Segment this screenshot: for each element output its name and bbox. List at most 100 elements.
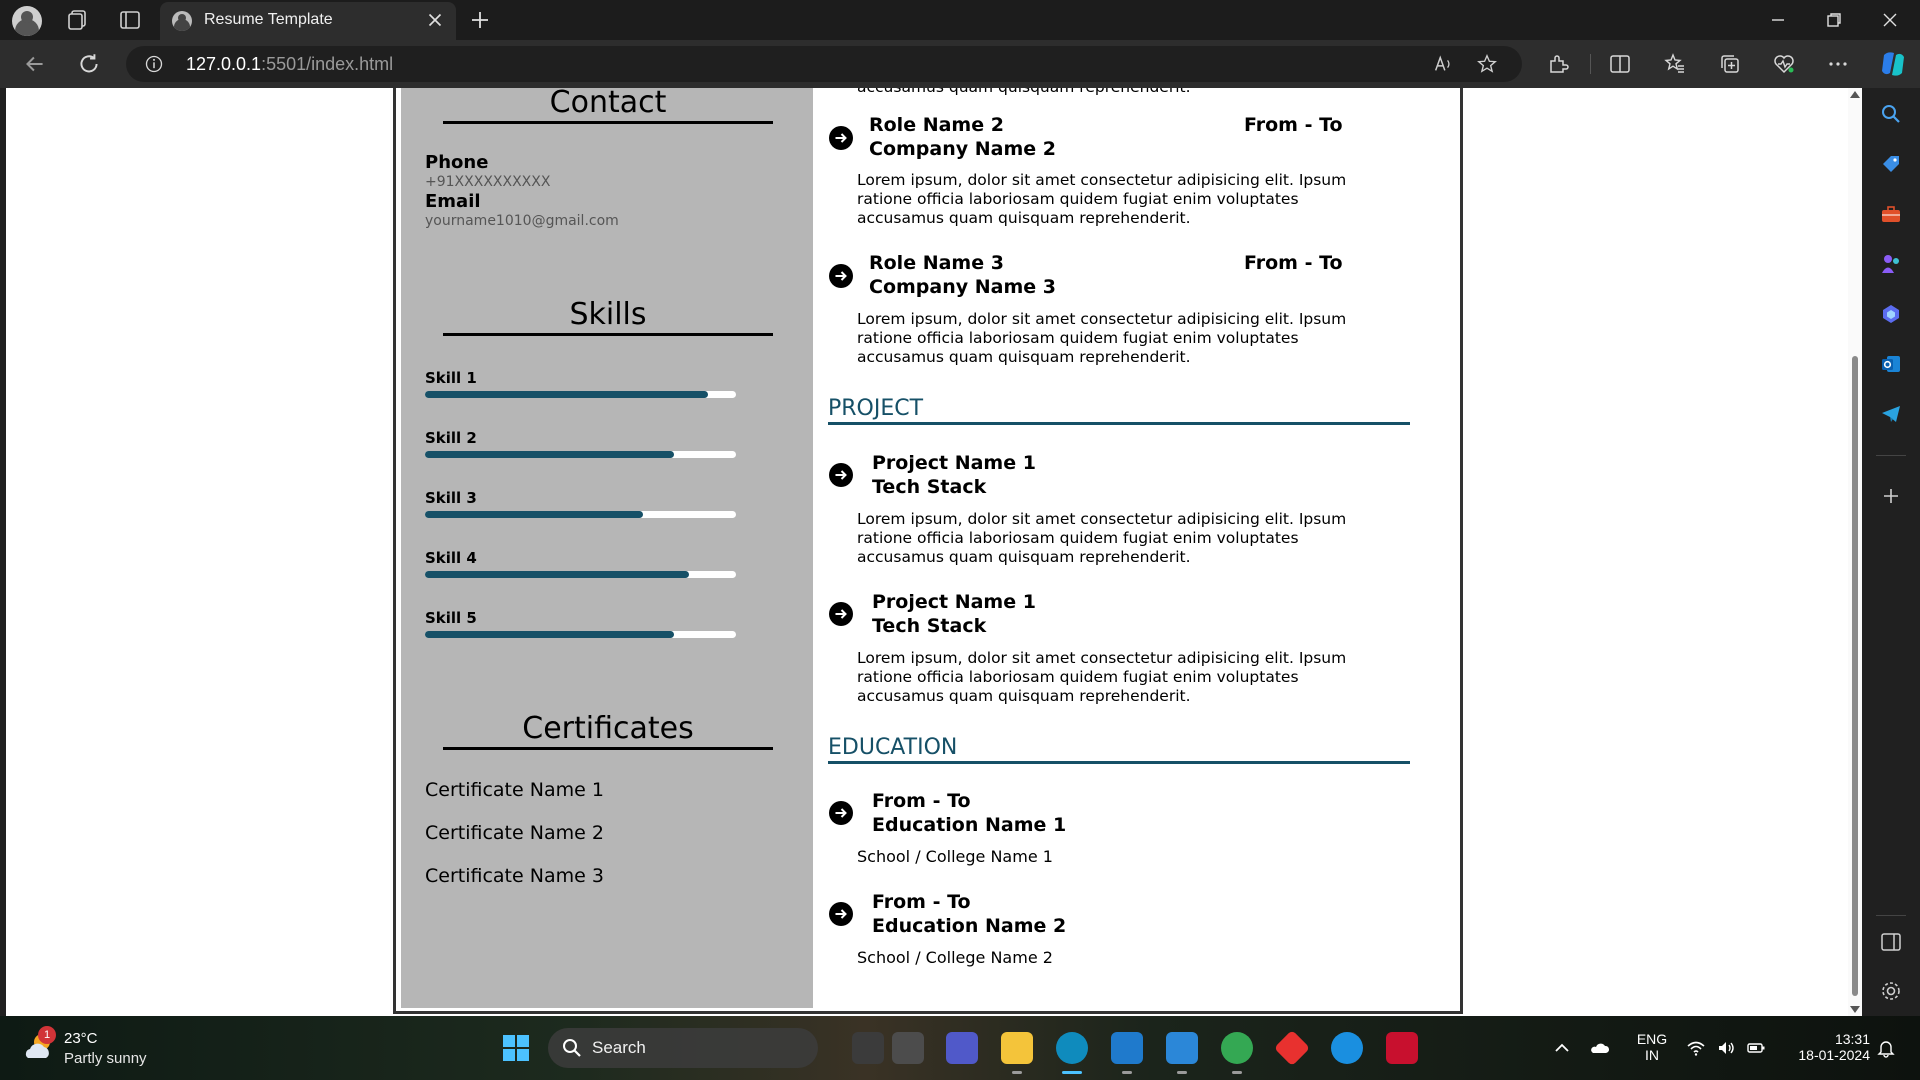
tab-title: Resume Template <box>204 11 333 28</box>
notification-bell-icon[interactable] <box>1876 1038 1896 1058</box>
search-icon <box>563 1039 581 1057</box>
url-path: :5501/index.html <box>261 54 394 74</box>
address-bar[interactable]: 127.0.0.1:5501/index.html <box>126 46 1522 82</box>
window-close-icon[interactable] <box>1878 8 1902 32</box>
running-indicator <box>1012 1071 1022 1074</box>
education-period: From - To <box>872 790 971 812</box>
browser-essentials-icon[interactable] <box>1772 52 1796 76</box>
file-explorer-app-icon[interactable] <box>1001 1032 1033 1064</box>
certificate-item: Certificate Name 3 <box>425 865 604 887</box>
git-app-icon[interactable] <box>1273 1029 1311 1067</box>
url-host: 127.0.0.1 <box>186 54 262 74</box>
project-stack: Tech Stack <box>872 615 987 637</box>
teams-app-icon[interactable] <box>946 1032 978 1064</box>
games-icon[interactable] <box>1879 252 1903 276</box>
tab-actions-icon[interactable] <box>118 8 142 32</box>
language-indicator[interactable]: ENG IN <box>1632 1031 1672 1063</box>
shopping-icon[interactable] <box>1879 152 1903 176</box>
skill-bar-fill <box>425 631 674 638</box>
new-tab-icon[interactable] <box>468 8 492 32</box>
telegram-icon[interactable] <box>1879 402 1903 426</box>
more-icon[interactable] <box>1826 52 1850 76</box>
battery-icon[interactable] <box>1746 1038 1766 1058</box>
project-name: Project Name 1 <box>872 452 1036 474</box>
paint-app-icon[interactable] <box>1166 1032 1198 1064</box>
contact-heading: Contact <box>443 88 773 124</box>
toolbar-divider <box>1590 54 1591 74</box>
skill-bar <box>425 511 736 518</box>
windows-start-icon[interactable] <box>502 1034 530 1062</box>
edge-app-icon[interactable] <box>1056 1032 1088 1064</box>
volume-icon[interactable] <box>1716 1038 1736 1058</box>
url-text[interactable]: 127.0.0.1:5501/index.html <box>186 54 393 75</box>
workspaces-icon[interactable] <box>66 8 90 32</box>
scroll-down-icon[interactable] <box>1850 1006 1860 1013</box>
close-icon[interactable] <box>424 9 446 31</box>
skill-bar <box>425 451 736 458</box>
help-app-icon[interactable] <box>1331 1032 1363 1064</box>
copilot-icon[interactable] <box>1878 49 1908 79</box>
skill-bar-fill <box>425 391 708 398</box>
chevron-up-icon[interactable] <box>1552 1038 1572 1058</box>
education-name: Education Name 1 <box>872 814 1067 836</box>
scroll-thumb[interactable] <box>1852 356 1858 996</box>
skill-name: Skill 2 <box>425 429 477 447</box>
running-indicator <box>1122 1071 1132 1074</box>
chrome-app-icon[interactable] <box>1221 1032 1253 1064</box>
copilot-app-icon[interactable] <box>1879 302 1903 326</box>
refresh-icon[interactable] <box>76 51 102 77</box>
page-scrollbar[interactable] <box>1848 88 1862 1016</box>
skills-heading: Skills <box>443 297 773 336</box>
back-icon[interactable] <box>22 51 48 77</box>
skill-name: Skill 5 <box>425 609 477 627</box>
tools-icon[interactable] <box>1879 202 1903 226</box>
project-stack: Tech Stack <box>872 476 987 498</box>
experience-company: Company Name 2 <box>869 138 1056 160</box>
onedrive-cloud-icon[interactable] <box>1590 1038 1610 1058</box>
scroll-up-icon[interactable] <box>1850 91 1860 98</box>
arrow-circle-icon <box>829 264 853 288</box>
settings-icon[interactable] <box>1879 979 1903 1003</box>
arrow-circle-icon <box>829 602 853 626</box>
site-info-icon[interactable] <box>144 54 164 74</box>
sidebar-divider <box>1876 915 1906 916</box>
title-bar: Resume Template <box>0 0 1920 40</box>
favorites-icon[interactable] <box>1663 52 1687 76</box>
wifi-icon[interactable] <box>1686 1038 1706 1058</box>
minimize-icon[interactable] <box>1766 8 1790 32</box>
email-value: yourname1010@gmail.com <box>425 213 619 229</box>
restore-icon[interactable] <box>1822 8 1846 32</box>
email-label: Email <box>425 191 481 212</box>
resume-main: accusamus quam quisquam reprehenderit. R… <box>820 88 1460 1008</box>
vscode-app-icon[interactable] <box>1111 1032 1143 1064</box>
skill-name: Skill 3 <box>425 489 477 507</box>
tab-resume-template[interactable]: Resume Template <box>160 2 456 40</box>
sidebar-toggle-icon[interactable] <box>1879 930 1903 954</box>
clock[interactable]: 13:31 18-01-2024 <box>1780 1031 1870 1063</box>
windows-taskbar: 1 23°C Partly sunny Search ENG IN 13:31 … <box>0 1016 1920 1080</box>
certificate-item: Certificate Name 2 <box>425 822 604 844</box>
arrow-circle-icon <box>829 126 853 150</box>
add-icon[interactable] <box>1879 484 1903 508</box>
mcafee-app-icon[interactable] <box>1386 1032 1418 1064</box>
taskbar-search[interactable]: Search <box>548 1028 818 1068</box>
search-icon[interactable] <box>1879 102 1903 126</box>
experience-role: Role Name 2 <box>869 114 1004 136</box>
split-screen-icon[interactable] <box>1608 52 1632 76</box>
profile-avatar-icon[interactable] <box>12 6 42 36</box>
collections-icon[interactable] <box>1718 52 1742 76</box>
address-bar-row: 127.0.0.1:5501/index.html <box>0 40 1920 88</box>
extensions-icon[interactable] <box>1546 52 1570 76</box>
language-code: ENG <box>1636 1031 1668 1047</box>
project-heading: PROJECT <box>828 396 1410 425</box>
edge-sidebar <box>1862 88 1920 1016</box>
sidebar-divider <box>1876 455 1906 456</box>
task-view-app-icon[interactable] <box>852 1032 884 1064</box>
resume-sidebar: Contact Phone +91XXXXXXXXXX Email yourna… <box>401 88 813 1008</box>
file-app-icon[interactable] <box>892 1032 924 1064</box>
read-aloud-icon[interactable] <box>1432 53 1454 75</box>
skill-bar <box>425 391 736 398</box>
outlook-icon[interactable] <box>1879 352 1903 376</box>
education-heading: EDUCATION <box>828 735 1410 764</box>
favorite-star-icon[interactable] <box>1476 53 1498 75</box>
